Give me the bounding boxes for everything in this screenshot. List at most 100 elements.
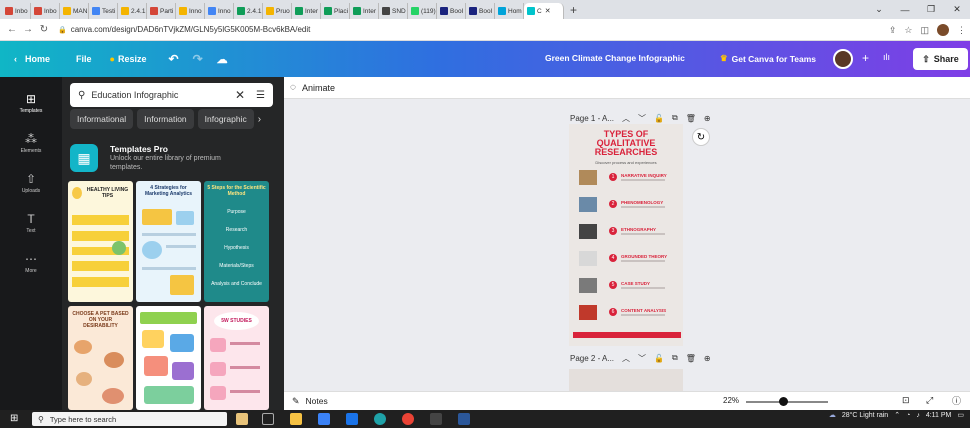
user-avatar[interactable] — [833, 49, 853, 69]
browser-tab[interactable]: (119) — [408, 3, 437, 19]
store-icon[interactable] — [318, 413, 330, 425]
forward-icon[interactable]: → — [20, 24, 36, 35]
close-tab-icon[interactable]: ✕ — [545, 7, 551, 15]
template-thumb-marketing-analytics[interactable]: 4 Strategies for Marketing Analytics — [136, 181, 201, 302]
page2-label[interactable]: Page 2 - A... — [570, 354, 614, 363]
template-thumb-education[interactable] — [136, 306, 201, 410]
new-tab-button[interactable]: + — [570, 3, 577, 17]
browser-tab[interactable]: Inno — [205, 3, 234, 19]
browser-tab[interactable]: Bool — [466, 3, 495, 19]
chips-next-icon[interactable]: › — [258, 114, 261, 125]
chevron-up-icon[interactable]: ︿ — [622, 113, 630, 124]
resize-button[interactable]: ● Resize — [110, 54, 147, 64]
network-icon[interactable]: ◔ — [906, 412, 910, 419]
insights-icon[interactable]: ılı — [883, 52, 890, 62]
reload-icon[interactable]: ↻ — [36, 24, 52, 35]
browser-tab[interactable]: Inno — [176, 3, 205, 19]
file-menu[interactable]: File — [76, 54, 92, 64]
browser-tab[interactable]: Inter — [350, 3, 379, 19]
clear-search-icon[interactable]: ✕ — [235, 88, 245, 102]
browser-tab[interactable]: Testi — [89, 3, 118, 19]
browser-tab[interactable]: Pruo — [263, 3, 292, 19]
infographic-section[interactable]: 3 ETHNOGRAPHY — [573, 224, 681, 244]
animate-button[interactable]: Animate — [302, 83, 335, 93]
rail-item-uploads[interactable]: ⇧ Uploads — [0, 163, 62, 203]
profile-avatar[interactable] — [937, 24, 949, 36]
task-view-icon[interactable] — [262, 413, 274, 425]
template-search-input[interactable]: ⚲ Education Infographic ✕ ☰ — [70, 83, 273, 107]
template-thumb-5w-studies[interactable]: 5W STUDIES — [204, 306, 269, 410]
filter-chip[interactable]: Information — [137, 109, 194, 129]
rail-item-templates[interactable]: ⊞ Templates — [0, 83, 62, 123]
notifications-icon[interactable]: ▭ — [957, 411, 964, 419]
file-explorer-icon[interactable] — [290, 413, 302, 425]
clock[interactable]: 4:11 PM — [926, 412, 952, 419]
notes-button[interactable]: Notes — [306, 396, 328, 406]
browser-tab[interactable]: 2.4.1 — [118, 3, 147, 19]
add-page-icon[interactable]: ⊕ — [704, 114, 711, 123]
volume-icon[interactable]: ♪ — [916, 412, 920, 419]
redo-button[interactable]: ↷ — [193, 52, 203, 66]
duplicate-page-icon[interactable]: ⧉ — [672, 113, 678, 123]
chevron-down-icon[interactable]: ﹀ — [638, 353, 646, 364]
chrome-icon[interactable] — [402, 413, 414, 425]
rail-item-text[interactable]: T Text — [0, 203, 62, 243]
home-button[interactable]: ‹ Home — [14, 54, 50, 64]
sidebar-icon[interactable]: ◫ — [920, 25, 929, 36]
zoom-level[interactable]: 22% — [723, 396, 739, 405]
browser-tab[interactable]: Inbo — [31, 3, 60, 19]
infographic-section[interactable]: 5 CASE STUDY — [573, 278, 681, 298]
url-field[interactable]: 🔒 canva.com/design/DAD6nTVjkZM/GLN5y5lG5… — [58, 25, 310, 34]
chevron-up-icon[interactable]: ︿ — [622, 353, 630, 364]
browser-tab[interactable]: C ✕ — [524, 3, 564, 19]
edge-icon[interactable] — [374, 413, 386, 425]
templates-pro-banner[interactable]: ▦ Templates Pro Unlock our entire librar… — [70, 139, 274, 177]
filter-chip[interactable]: Infographic — [197, 109, 254, 129]
word-icon[interactable] — [458, 413, 470, 425]
browser-tab[interactable]: Inter — [292, 3, 321, 19]
rail-item-elements[interactable]: ⁂ Elements — [0, 123, 62, 163]
windows-start-icon[interactable]: ⊞ — [10, 413, 18, 424]
browser-tab[interactable]: Placi — [321, 3, 350, 19]
bookmark-star-icon[interactable]: ☆ — [904, 25, 912, 36]
invite-plus-button[interactable]: + — [862, 51, 869, 65]
infographic-section[interactable]: 1 NARRATIVE INQUIRY — [573, 170, 681, 190]
page1-label[interactable]: Page 1 - A... — [570, 114, 614, 123]
delete-page-icon[interactable]: 🗑 — [686, 114, 696, 123]
duplicate-page-icon[interactable]: ⧉ — [672, 353, 678, 363]
infographic-section[interactable]: 6 CONTENT ANALYSIS — [573, 305, 681, 325]
zoom-slider-knob[interactable] — [779, 397, 788, 406]
page-count-icon[interactable]: ⊡ — [902, 395, 910, 406]
lock-page-icon[interactable]: 🔓 — [654, 354, 664, 363]
template-thumb-scientific-method[interactable]: 5 Steps for the Scientific Method Purpos… — [204, 181, 269, 302]
filter-icon[interactable]: ☰ — [256, 90, 265, 101]
undo-button[interactable]: ↶ — [169, 52, 179, 66]
page-1-canvas[interactable]: TYPES OF QUALITATIVE RESEARCHES Discover… — [569, 124, 683, 346]
delete-page-icon[interactable]: 🗑 — [686, 354, 696, 363]
maximize-button[interactable]: ❐ — [918, 4, 944, 15]
browser-tab[interactable]: Hom — [495, 3, 524, 19]
footer-bar[interactable] — [573, 332, 681, 338]
minimize-button[interactable]: — — [892, 5, 918, 15]
browser-tab[interactable]: Bool — [437, 3, 466, 19]
back-icon[interactable]: ← — [4, 24, 20, 35]
document-title[interactable]: Green Climate Change Infographic — [545, 53, 685, 63]
browser-tab[interactable]: 2.4.1 — [234, 3, 263, 19]
infographic-subtitle[interactable]: Discover process and experiences — [569, 160, 683, 165]
refresh-icon[interactable]: ↻ — [692, 128, 710, 146]
browser-tab[interactable]: Inbo — [2, 3, 31, 19]
close-window-button[interactable]: ✕ — [944, 4, 970, 15]
app-icon[interactable] — [430, 413, 442, 425]
browser-tab[interactable]: Parti — [147, 3, 176, 19]
add-page-icon[interactable]: ⊕ — [704, 354, 711, 363]
cloud-saved-icon[interactable]: ☁ — [217, 53, 228, 66]
template-thumb-choose-pet[interactable]: CHOOSE A PET BASED ON YOUR DESIRABILITY — [68, 306, 133, 410]
weather-text[interactable]: 28°C Light rain — [842, 412, 888, 419]
infographic-section[interactable]: 2 PHENOMENOLOGY — [573, 197, 681, 217]
help-icon[interactable]: ⓘ — [952, 394, 961, 407]
weather-icon[interactable]: ☁ — [829, 411, 836, 419]
filter-chip[interactable]: Informational — [70, 109, 134, 129]
taskbar-search-input[interactable]: ⚲ Type here to search — [32, 412, 227, 426]
menu-kebab-icon[interactable]: ⋮ — [957, 25, 966, 36]
chevron-down-icon[interactable]: ﹀ — [638, 113, 646, 124]
